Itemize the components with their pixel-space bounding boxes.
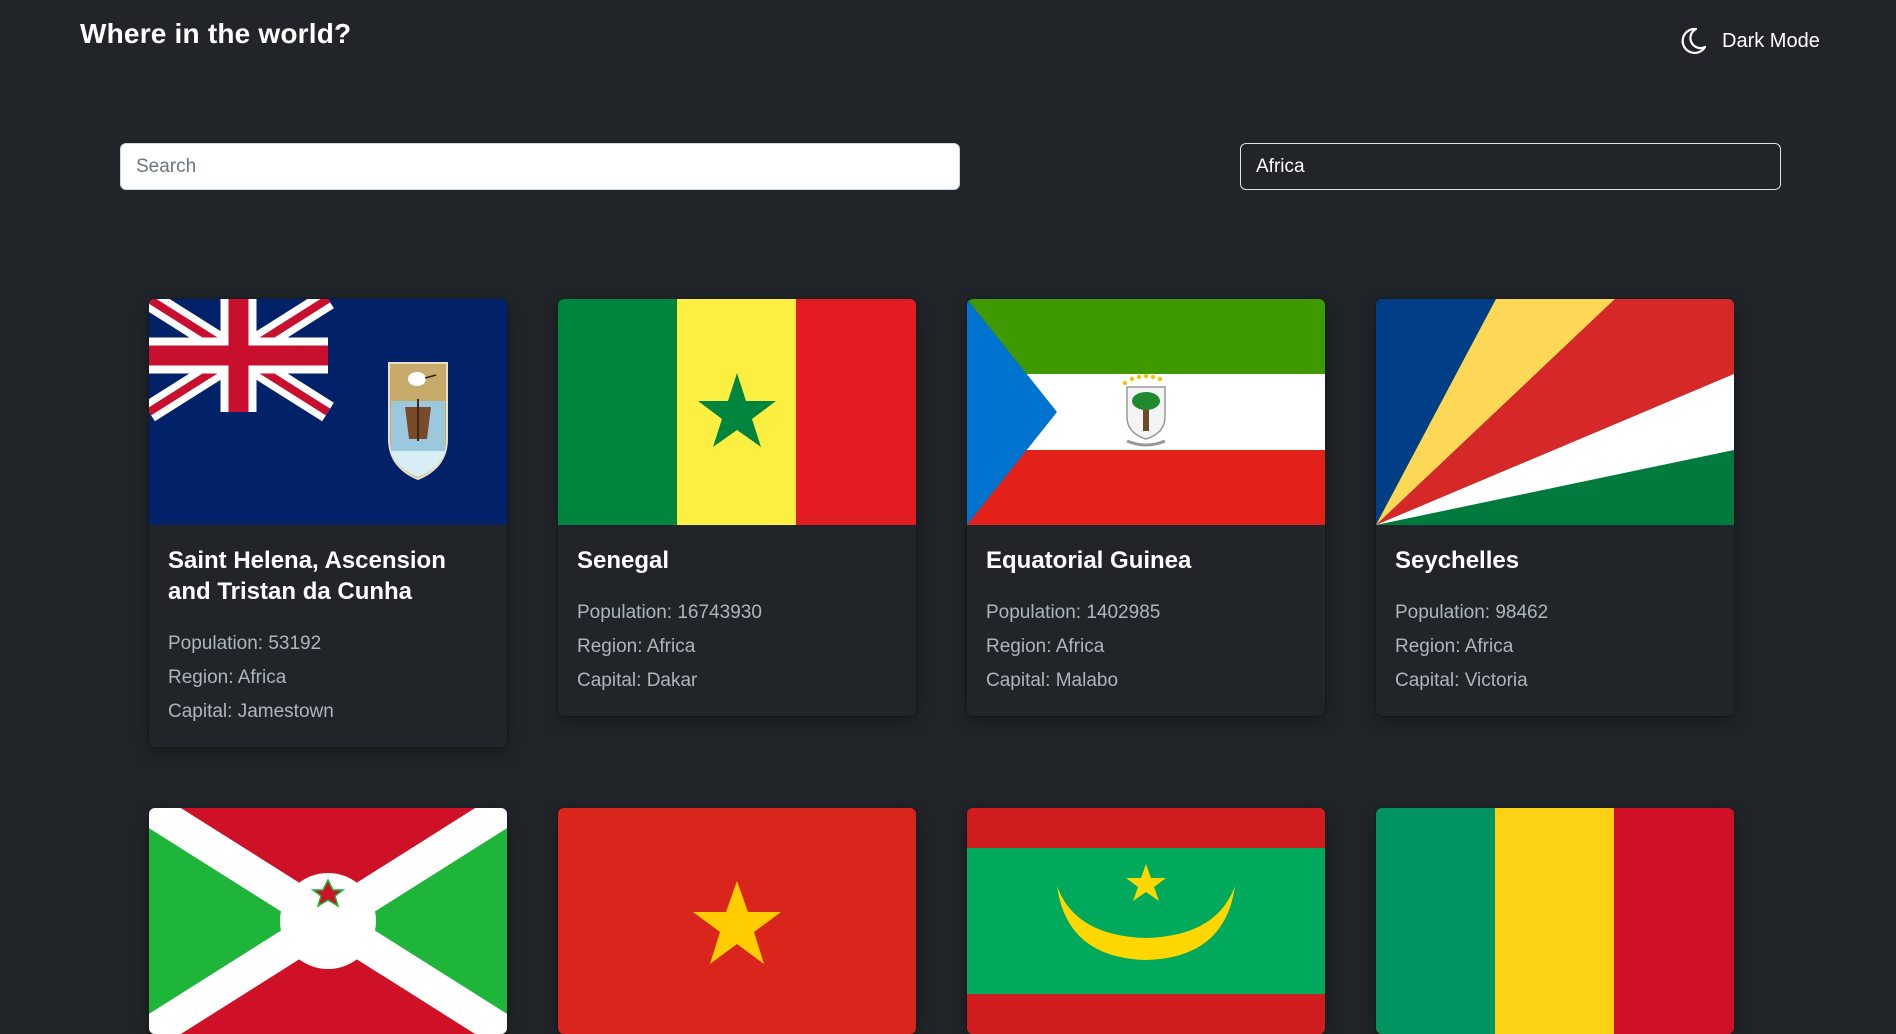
population-label: Population: bbox=[577, 602, 678, 623]
search-input[interactable] bbox=[120, 143, 960, 190]
seychelles-flag bbox=[1376, 299, 1734, 525]
capital-label: Capital: bbox=[986, 670, 1056, 691]
capital-label: Capital: bbox=[1395, 670, 1465, 691]
population-detail: Population: 53192 bbox=[168, 627, 488, 661]
app-title: Where in the world? bbox=[80, 18, 352, 49]
population-detail: Population: 98462 bbox=[1395, 596, 1715, 630]
region-label: Region: bbox=[986, 636, 1056, 657]
population-value: 16743930 bbox=[677, 602, 762, 623]
capital-value: Jamestown bbox=[237, 701, 334, 722]
guinea-flag bbox=[1376, 808, 1734, 1034]
header: Where in the world? Dark Mode bbox=[0, 0, 1896, 80]
saint-helena-flag bbox=[149, 299, 507, 525]
country-card[interactable] bbox=[1376, 808, 1734, 1034]
region-detail: Region: Africa bbox=[577, 630, 897, 664]
mauritania-flag bbox=[967, 808, 1325, 1034]
capital-value: Malabo bbox=[1055, 670, 1119, 691]
dark-mode-toggle[interactable]: Dark Mode bbox=[1678, 24, 1820, 58]
region-detail: Region: Africa bbox=[986, 630, 1306, 664]
country-name: Seychelles bbox=[1395, 547, 1520, 574]
population-label: Population: bbox=[168, 633, 269, 654]
population-value: 98462 bbox=[1495, 602, 1549, 623]
country-card[interactable] bbox=[558, 808, 916, 1034]
region-detail: Region: Africa bbox=[1395, 630, 1715, 664]
capital-detail: Capital: Dakar bbox=[577, 664, 897, 698]
vietnam-flag bbox=[558, 808, 916, 1034]
population-label: Population: bbox=[1395, 602, 1496, 623]
region-filter-select[interactable]: Africa bbox=[1240, 143, 1781, 190]
capital-detail: Capital: Malabo bbox=[986, 664, 1306, 698]
region-value: Africa bbox=[1464, 636, 1514, 657]
burundi-flag bbox=[149, 808, 507, 1034]
country-card[interactable] bbox=[149, 808, 507, 1034]
capital-value: Dakar bbox=[646, 670, 698, 691]
country-name: Equatorial Guinea bbox=[986, 547, 1192, 574]
country-card[interactable]: Seychelles Population: 98462 Region: Afr… bbox=[1376, 299, 1734, 716]
capital-detail: Capital: Jamestown bbox=[168, 695, 488, 729]
population-label: Population: bbox=[986, 602, 1087, 623]
region-label: Region: bbox=[577, 636, 647, 657]
senegal-flag bbox=[558, 299, 916, 525]
population-value: 1402985 bbox=[1086, 602, 1161, 623]
moon-icon bbox=[1678, 26, 1708, 56]
region-label: Region: bbox=[1395, 636, 1465, 657]
region-detail: Region: Africa bbox=[168, 661, 488, 695]
capital-value: Victoria bbox=[1464, 670, 1528, 691]
capital-detail: Capital: Victoria bbox=[1395, 664, 1715, 698]
country-card[interactable] bbox=[967, 808, 1325, 1034]
country-card[interactable]: Saint Helena, Ascension and Tristan da C… bbox=[149, 299, 507, 747]
region-value: Africa bbox=[237, 667, 287, 688]
country-card[interactable]: Equatorial Guinea Population: 1402985 Re… bbox=[967, 299, 1325, 716]
capital-label: Capital: bbox=[577, 670, 647, 691]
capital-label: Capital: bbox=[168, 701, 238, 722]
region-filter-value: Africa bbox=[1256, 155, 1305, 177]
dark-mode-label: Dark Mode bbox=[1722, 29, 1820, 52]
population-detail: Population: 1402985 bbox=[986, 596, 1306, 630]
region-value: Africa bbox=[646, 636, 696, 657]
country-name: Saint Helena, Ascension and Tristan da C… bbox=[168, 547, 446, 605]
country-card[interactable]: Senegal Population: 16743930 Region: Afr… bbox=[558, 299, 916, 716]
population-value: 53192 bbox=[268, 633, 322, 654]
equatorial-guinea-flag bbox=[967, 299, 1325, 525]
country-name: Senegal bbox=[577, 547, 670, 574]
region-value: Africa bbox=[1055, 636, 1105, 657]
population-detail: Population: 16743930 bbox=[577, 596, 897, 630]
region-label: Region: bbox=[168, 667, 238, 688]
